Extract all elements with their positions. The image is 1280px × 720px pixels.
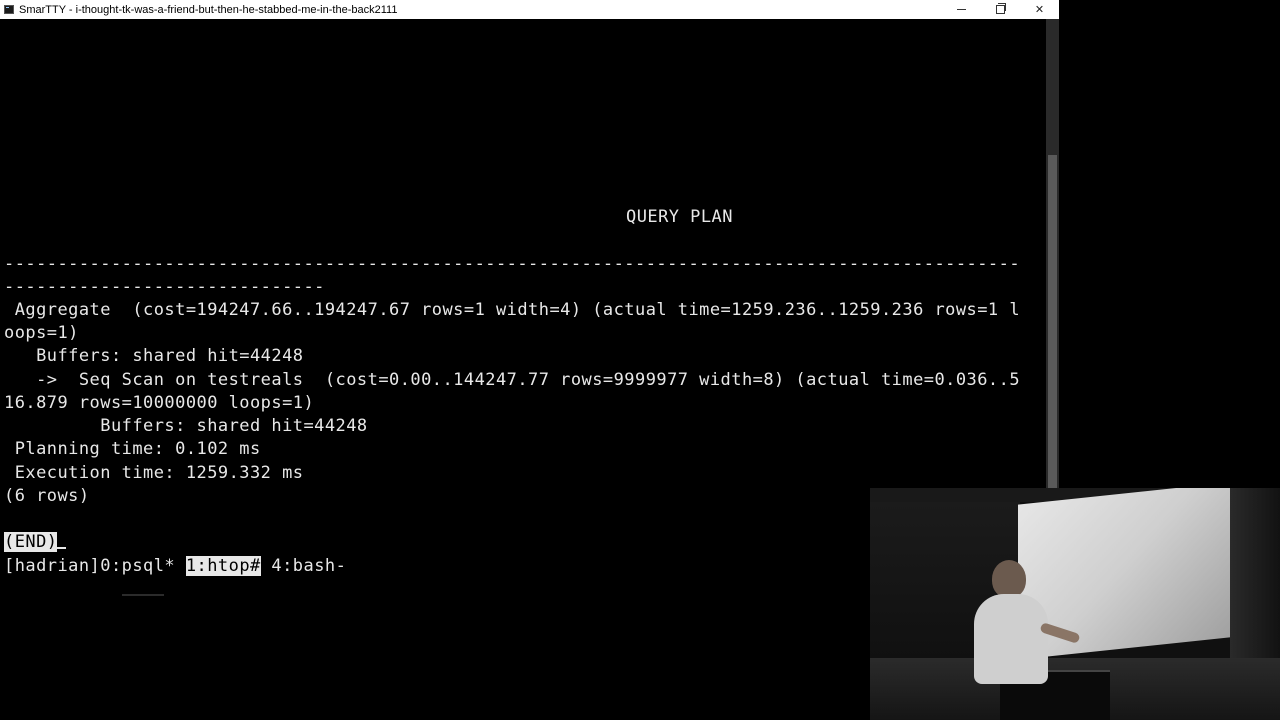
row-count-line: (6 rows) xyxy=(4,486,90,506)
close-button[interactable]: ✕ xyxy=(1020,0,1059,19)
divider xyxy=(122,594,164,596)
title-bar[interactable]: SmarTTY - i-thought-tk-was-a-friend-but-… xyxy=(0,0,1059,19)
plan-line-aggregate: Aggregate (cost=194247.66..194247.67 row… xyxy=(4,300,1021,320)
speaker-shirt xyxy=(974,594,1048,684)
window-tab-bash[interactable]: 4:bash- xyxy=(271,556,346,576)
planning-time-line: Planning time: 0.102 ms xyxy=(4,439,261,459)
app-icon xyxy=(4,5,14,14)
plan-line-seq-scan: -> Seq Scan on testreals (cost=0.00..144… xyxy=(4,370,1021,390)
separator-line-continued: ------------------------------ xyxy=(4,277,325,297)
speaker-camera-inset xyxy=(870,488,1280,720)
window-controls: ✕ xyxy=(942,0,1059,19)
window-tab-psql[interactable]: 0:psql* xyxy=(100,556,175,576)
window-title: SmarTTY - i-thought-tk-was-a-friend-but-… xyxy=(19,3,398,16)
query-plan-header: QUERY PLAN xyxy=(626,207,733,227)
plan-line-scan-buffers: Buffers: shared hit=44248 xyxy=(4,416,368,436)
minimize-icon xyxy=(957,9,966,10)
plan-line-buffers: Buffers: shared hit=44248 xyxy=(4,346,304,366)
window-tab-htop[interactable]: 1:htop# xyxy=(185,556,261,576)
maximize-icon xyxy=(996,3,1006,14)
tmux-status-bar: [hadrian]0:psql* 1:htop# 4:bash- xyxy=(4,555,346,578)
minimize-button[interactable] xyxy=(942,0,981,19)
pager-end-prompt: (END) xyxy=(4,532,58,552)
close-icon: ✕ xyxy=(1034,3,1045,16)
speaker-head xyxy=(992,560,1026,598)
maximize-button[interactable] xyxy=(981,0,1020,19)
plan-line-seq-scan-wrap: 16.879 rows=10000000 loops=1) xyxy=(4,393,315,413)
pager-prompt-line: (END) xyxy=(4,531,67,554)
text-cursor xyxy=(57,547,67,549)
execution-time-line: Execution time: 1259.332 ms xyxy=(4,463,304,483)
plan-line-aggregate-wrap: oops=1) xyxy=(4,323,79,343)
separator-line: ----------------------------------------… xyxy=(4,254,1021,274)
session-name: [hadrian] xyxy=(4,556,101,576)
